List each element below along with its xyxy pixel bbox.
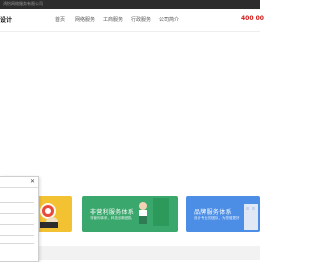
site-header: 设计 首页 网络服务 工商服务 行政服务 公司简介 400 00 [0,9,264,32]
nav-item-admin[interactable]: 行政服务 [131,16,151,24]
top-bar-text: 鸿怡网络服务有限公司 [3,1,43,6]
nav-item-home[interactable]: 首页 [55,16,65,24]
nav-item-about[interactable]: 公司简介 [159,16,179,24]
popup-field-4[interactable] [0,228,34,236]
building-illustration [244,204,258,230]
person-illustration [139,198,169,226]
popup-header: ✕ [0,177,38,188]
service-card-brand[interactable]: 品牌服务体系 设计专业的团队，为您做更好 [186,196,260,232]
service-card-nonprofit[interactable]: 非营利服务体系 非营利体系，科技创新团队 [82,196,178,232]
bottom-strip [0,246,260,260]
top-info-bar: 鸿怡网络服务有限公司 [0,0,260,9]
nav-item-business[interactable]: 工商服务 [103,16,123,24]
popup-divider [0,243,34,244]
close-icon[interactable]: ✕ [30,178,35,186]
popup-field-1[interactable] [0,195,34,203]
main-nav: 首页 网络服务 工商服务 行政服务 公司简介 [0,16,260,24]
popup-field-2[interactable] [0,206,34,214]
popup-field-3[interactable] [0,217,34,225]
nav-item-network[interactable]: 网络服务 [75,16,95,24]
consult-popup: ✕ [0,176,39,262]
hotline-number: 400 00 [241,15,264,22]
